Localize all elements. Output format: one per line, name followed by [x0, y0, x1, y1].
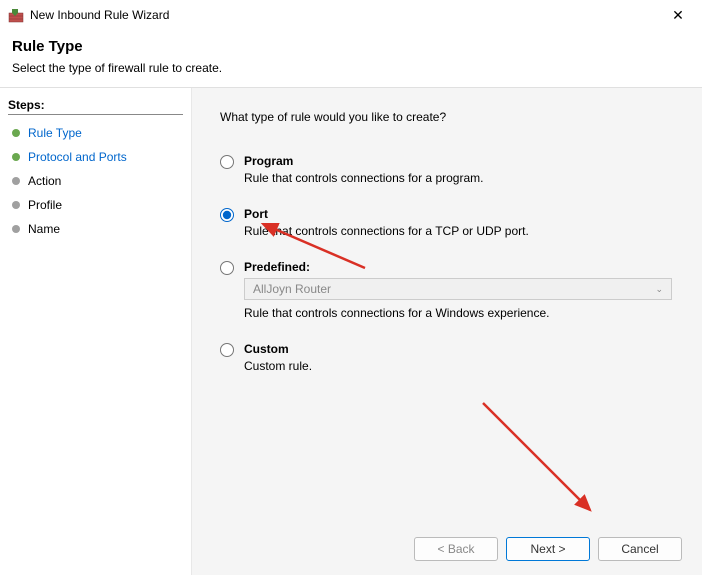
step-name[interactable]: Name — [8, 217, 183, 241]
step-rule-type[interactable]: Rule Type — [8, 121, 183, 145]
step-bullet-icon — [12, 177, 20, 185]
step-profile[interactable]: Profile — [8, 193, 183, 217]
steps-heading: Steps: — [8, 98, 183, 115]
firewall-icon — [8, 7, 24, 23]
chevron-down-icon: ⌄ — [655, 284, 663, 295]
step-protocol-and-ports[interactable]: Protocol and Ports — [8, 145, 183, 169]
option-program-desc: Rule that controls connections for a pro… — [244, 171, 674, 185]
radio-port[interactable] — [220, 208, 234, 222]
option-port[interactable]: Port Rule that controls connections for … — [220, 207, 674, 252]
close-icon: ✕ — [672, 7, 684, 24]
step-bullet-icon — [12, 225, 20, 233]
step-action[interactable]: Action — [8, 169, 183, 193]
radio-program[interactable] — [220, 155, 234, 169]
option-predefined[interactable]: Predefined: AllJoyn Router ⌄ Rule that c… — [220, 260, 674, 334]
step-bullet-icon — [12, 129, 20, 137]
step-label: Profile — [28, 198, 62, 212]
wizard-buttons: < Back Next > Cancel — [414, 537, 682, 561]
step-label: Protocol and Ports — [28, 150, 127, 164]
back-button[interactable]: < Back — [414, 537, 498, 561]
page-title: Rule Type — [12, 38, 690, 55]
option-program-label: Program — [244, 154, 674, 168]
window-title: New Inbound Rule Wizard — [30, 8, 662, 22]
step-label: Rule Type — [28, 126, 82, 140]
option-custom[interactable]: Custom Custom rule. — [220, 342, 674, 387]
option-port-label: Port — [244, 207, 674, 221]
option-custom-label: Custom — [244, 342, 674, 356]
radio-custom[interactable] — [220, 343, 234, 357]
radio-predefined[interactable] — [220, 261, 234, 275]
option-predefined-desc: Rule that controls connections for a Win… — [244, 306, 674, 320]
wizard-header: Rule Type Select the type of firewall ru… — [0, 30, 702, 87]
predefined-dropdown-value: AllJoyn Router — [253, 282, 331, 296]
option-program[interactable]: Program Rule that controls connections f… — [220, 154, 674, 199]
titlebar: New Inbound Rule Wizard ✕ — [0, 0, 702, 30]
content-panel: What type of rule would you like to crea… — [192, 88, 702, 575]
cancel-button[interactable]: Cancel — [598, 537, 682, 561]
step-label: Action — [28, 174, 61, 188]
predefined-dropdown[interactable]: AllJoyn Router ⌄ — [244, 278, 672, 300]
step-bullet-icon — [12, 153, 20, 161]
page-subtitle: Select the type of firewall rule to crea… — [12, 61, 690, 75]
close-button[interactable]: ✕ — [662, 3, 694, 27]
step-bullet-icon — [12, 201, 20, 209]
step-label: Name — [28, 222, 60, 236]
steps-sidebar: Steps: Rule Type Protocol and Ports Acti… — [0, 88, 192, 575]
main-area: Steps: Rule Type Protocol and Ports Acti… — [0, 87, 702, 575]
option-predefined-label: Predefined: — [244, 260, 674, 274]
option-custom-desc: Custom rule. — [244, 359, 674, 373]
option-port-desc: Rule that controls connections for a TCP… — [244, 224, 674, 238]
next-button[interactable]: Next > — [506, 537, 590, 561]
rule-type-prompt: What type of rule would you like to crea… — [220, 110, 674, 124]
